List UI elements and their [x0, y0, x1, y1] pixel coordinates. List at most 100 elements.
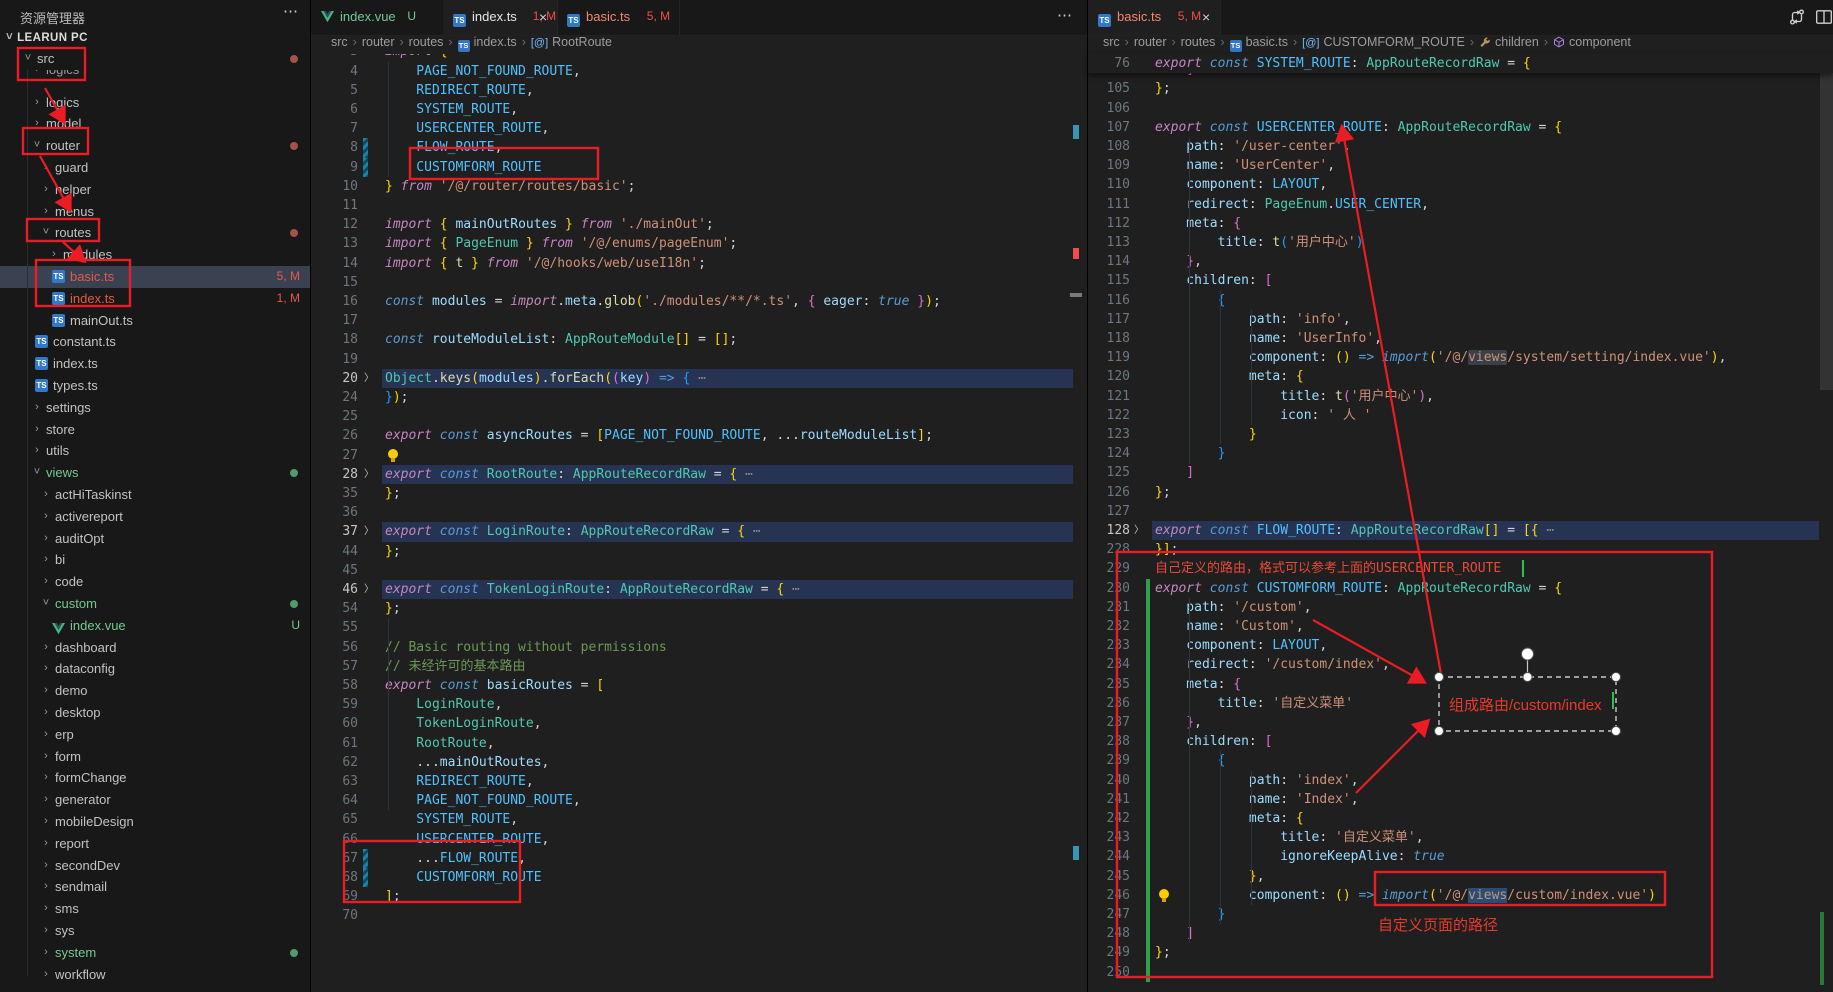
- sidebar-item-form[interactable]: ›form: [0, 746, 310, 768]
- code-line-44[interactable]: 44};: [311, 542, 1087, 561]
- code-line-250[interactable]: 250: [1088, 963, 1833, 982]
- code-line-115[interactable]: 115 children: [: [1088, 271, 1833, 290]
- code-line-117[interactable]: 117 path: 'info',: [1088, 310, 1833, 329]
- close-icon[interactable]: ×: [1202, 9, 1210, 25]
- breadcrumb-item-router[interactable]: router: [1134, 35, 1167, 49]
- code-line-10[interactable]: 10} from '/@/router/routes/basic';: [311, 177, 1087, 196]
- sidebar-item-sys[interactable]: ›sys: [0, 920, 310, 942]
- sidebar-item-logics[interactable]: ›logics: [0, 92, 310, 114]
- code-line-60[interactable]: 60 TokenLoginRoute,: [311, 714, 1087, 733]
- sidebar-item-index-vue[interactable]: index.vueU: [0, 615, 310, 637]
- breadcrumb[interactable]: src›router›routes›TSindex.ts›[@]RootRout…: [331, 35, 612, 54]
- breadcrumb-item-routes[interactable]: routes: [1181, 35, 1216, 49]
- breadcrumb-item-CUSTOMFORM_ROUTE[interactable]: [@]CUSTOMFORM_ROUTE: [1302, 35, 1465, 49]
- code-line-127[interactable]: 127: [1088, 502, 1833, 521]
- sidebar-item-erp[interactable]: ›erp: [0, 724, 310, 746]
- sidebar-item-custom[interactable]: ˅custom: [0, 593, 310, 615]
- code-line-65[interactable]: 65 SYSTEM_ROUTE,: [311, 810, 1087, 829]
- code-line-243[interactable]: 243 title: '自定义菜单',: [1088, 828, 1833, 847]
- code-line-24[interactable]: 24});: [311, 388, 1087, 407]
- code-line-37[interactable]: 37〉export const LoginRoute: AppRouteReco…: [311, 522, 1087, 541]
- breadcrumb-item-src[interactable]: src: [1103, 35, 1120, 49]
- sidebar-item-modules[interactable]: ›modules: [0, 244, 310, 266]
- split-editor-icon[interactable]: [1815, 8, 1833, 31]
- sidebar-item-views[interactable]: ˅views: [0, 462, 310, 484]
- code-line-66[interactable]: 66 USERCENTER_ROUTE,: [311, 830, 1087, 849]
- breadcrumb-item-children[interactable]: children: [1479, 35, 1539, 49]
- code-line-124[interactable]: 124 }: [1088, 444, 1833, 463]
- explorer-more-icon[interactable]: ⋯: [283, 2, 299, 20]
- code-line-234[interactable]: 234 redirect: '/custom/index',: [1088, 655, 1833, 674]
- code-line-119[interactable]: 119 component: () => import('/@/views/sy…: [1088, 348, 1833, 367]
- code-line-237[interactable]: 237 },: [1088, 713, 1833, 732]
- code-line-5[interactable]: 5 REDIRECT_ROUTE,: [311, 81, 1087, 100]
- code-editor-index-ts[interactable]: 3import {4 PAGE_NOT_FOUND_ROUTE,5 REDIRE…: [311, 54, 1087, 992]
- code-line-15[interactable]: 15: [311, 273, 1087, 292]
- code-line-13[interactable]: 13import { PageEnum } from '/@/enums/pag…: [311, 234, 1087, 253]
- tab-basic-ts[interactable]: TSbasic.ts5, M×: [1088, 0, 1221, 35]
- breadcrumb-item-src[interactable]: src: [331, 35, 348, 49]
- sidebar-item-types-ts[interactable]: TStypes.ts: [0, 375, 310, 397]
- code-line-55[interactable]: 55: [311, 618, 1087, 637]
- sidebar-item-desktop[interactable]: ›desktop: [0, 702, 310, 724]
- sticky-scroll-line[interactable]: 76export const SYSTEM_ROUTE: AppRouteRec…: [1088, 54, 1833, 73]
- code-line-11[interactable]: 11: [311, 196, 1087, 215]
- sidebar-item-activereport[interactable]: ›activereport: [0, 506, 310, 528]
- code-line-245[interactable]: 245 },: [1088, 867, 1833, 886]
- sidebar-item-secondDev[interactable]: ›secondDev: [0, 855, 310, 877]
- tab-basic-ts[interactable]: TSbasic.ts5, M: [557, 0, 680, 35]
- code-line-241[interactable]: 241 name: 'Index',: [1088, 790, 1833, 809]
- breadcrumb-item-index.ts[interactable]: TSindex.ts: [458, 35, 517, 49]
- scrollbar-vertical[interactable]: [1820, 55, 1833, 390]
- sidebar-item-router[interactable]: ˅router: [0, 135, 310, 157]
- sidebar-item-utils[interactable]: ›utils: [0, 440, 310, 462]
- breadcrumb-item-routes[interactable]: routes: [409, 35, 444, 49]
- code-line-19[interactable]: 19: [311, 350, 1087, 369]
- code-line-45[interactable]: 45: [311, 561, 1087, 580]
- fold-chevron-icon[interactable]: 〉: [364, 580, 374, 599]
- code-line-36[interactable]: 36: [311, 503, 1087, 522]
- code-line-231[interactable]: 231 path: '/custom',: [1088, 598, 1833, 617]
- sidebar-item-dashboard[interactable]: ›dashboard: [0, 637, 310, 659]
- sidebar-item-workflow[interactable]: ›workflow: [0, 964, 310, 986]
- code-line-62[interactable]: 62 ...mainOutRoutes,: [311, 753, 1087, 772]
- sidebar-item-helper[interactable]: ›helper: [0, 179, 310, 201]
- fold-chevron-icon[interactable]: 〉: [364, 465, 374, 484]
- sidebar-item-demo[interactable]: ›demo: [0, 680, 310, 702]
- sidebar-item-model[interactable]: ›model: [0, 113, 310, 135]
- sidebar-item-bi[interactable]: ›bi: [0, 549, 310, 571]
- code-line-106[interactable]: 106: [1088, 99, 1833, 118]
- sidebar-item-src[interactable]: ˅src: [0, 48, 310, 70]
- code-line-56[interactable]: 56// Basic routing without permissions: [311, 638, 1087, 657]
- code-line-25[interactable]: 25: [311, 407, 1087, 426]
- fold-chevron-icon[interactable]: 〉: [364, 522, 374, 541]
- sidebar-item-sms[interactable]: ›sms: [0, 898, 310, 920]
- sidebar-item-sendmail[interactable]: ›sendmail: [0, 876, 310, 898]
- breadcrumb-item-component[interactable]: component: [1553, 35, 1631, 49]
- code-line-9[interactable]: 9 CUSTOMFORM_ROUTE: [311, 158, 1087, 177]
- code-line-111[interactable]: 111 redirect: PageEnum.USER_CENTER,: [1088, 195, 1833, 214]
- code-line-109[interactable]: 109 name: 'UserCenter',: [1088, 156, 1833, 175]
- fold-chevron-icon[interactable]: 〉: [1134, 521, 1144, 540]
- code-line-235[interactable]: 235 meta: {: [1088, 675, 1833, 694]
- code-line-120[interactable]: 120 meta: {: [1088, 367, 1833, 386]
- code-line-35[interactable]: 35};: [311, 484, 1087, 503]
- code-line-70[interactable]: 70: [311, 906, 1087, 925]
- sidebar-item-settings[interactable]: ›settings: [0, 397, 310, 419]
- code-line-229[interactable]: 229自己定义的路由，格式可以参考上面的USERCENTER_ROUTE: [1088, 559, 1833, 578]
- sidebar-item-constant-ts[interactable]: TSconstant.ts: [0, 331, 310, 353]
- code-line-123[interactable]: 123 }: [1088, 425, 1833, 444]
- code-line-116[interactable]: 116 {: [1088, 291, 1833, 310]
- sidebar-item-code[interactable]: ›code: [0, 571, 310, 593]
- code-line-107[interactable]: 107export const USERCENTER_ROUTE: AppRou…: [1088, 118, 1833, 137]
- code-line-8[interactable]: 8 FLOW_ROUTE,: [311, 138, 1087, 157]
- code-line-242[interactable]: 242 meta: {: [1088, 809, 1833, 828]
- code-line-249[interactable]: 249};: [1088, 943, 1833, 962]
- sidebar-item-auditOpt[interactable]: ›auditOpt: [0, 528, 310, 550]
- code-line-59[interactable]: 59 LoginRoute,: [311, 695, 1087, 714]
- code-line-57[interactable]: 57// 未经许可的基本路由: [311, 657, 1087, 676]
- sidebar-item-dataconfig[interactable]: ›dataconfig: [0, 658, 310, 680]
- code-line-63[interactable]: 63 REDIRECT_ROUTE,: [311, 772, 1087, 791]
- code-line-233[interactable]: 233 component: LAYOUT,: [1088, 636, 1833, 655]
- lightbulb-icon[interactable]: [386, 449, 400, 463]
